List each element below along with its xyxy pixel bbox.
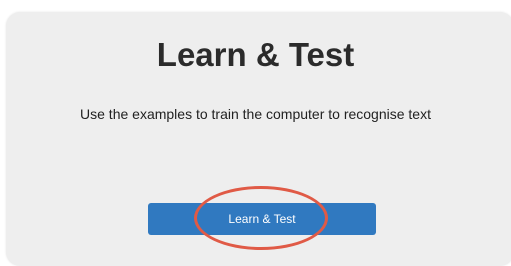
card-title: Learn & Test [156,36,355,73]
learn-and-test-button[interactable]: Learn & Test [148,203,376,235]
card-description: Use the examples to train the computer t… [80,106,431,122]
